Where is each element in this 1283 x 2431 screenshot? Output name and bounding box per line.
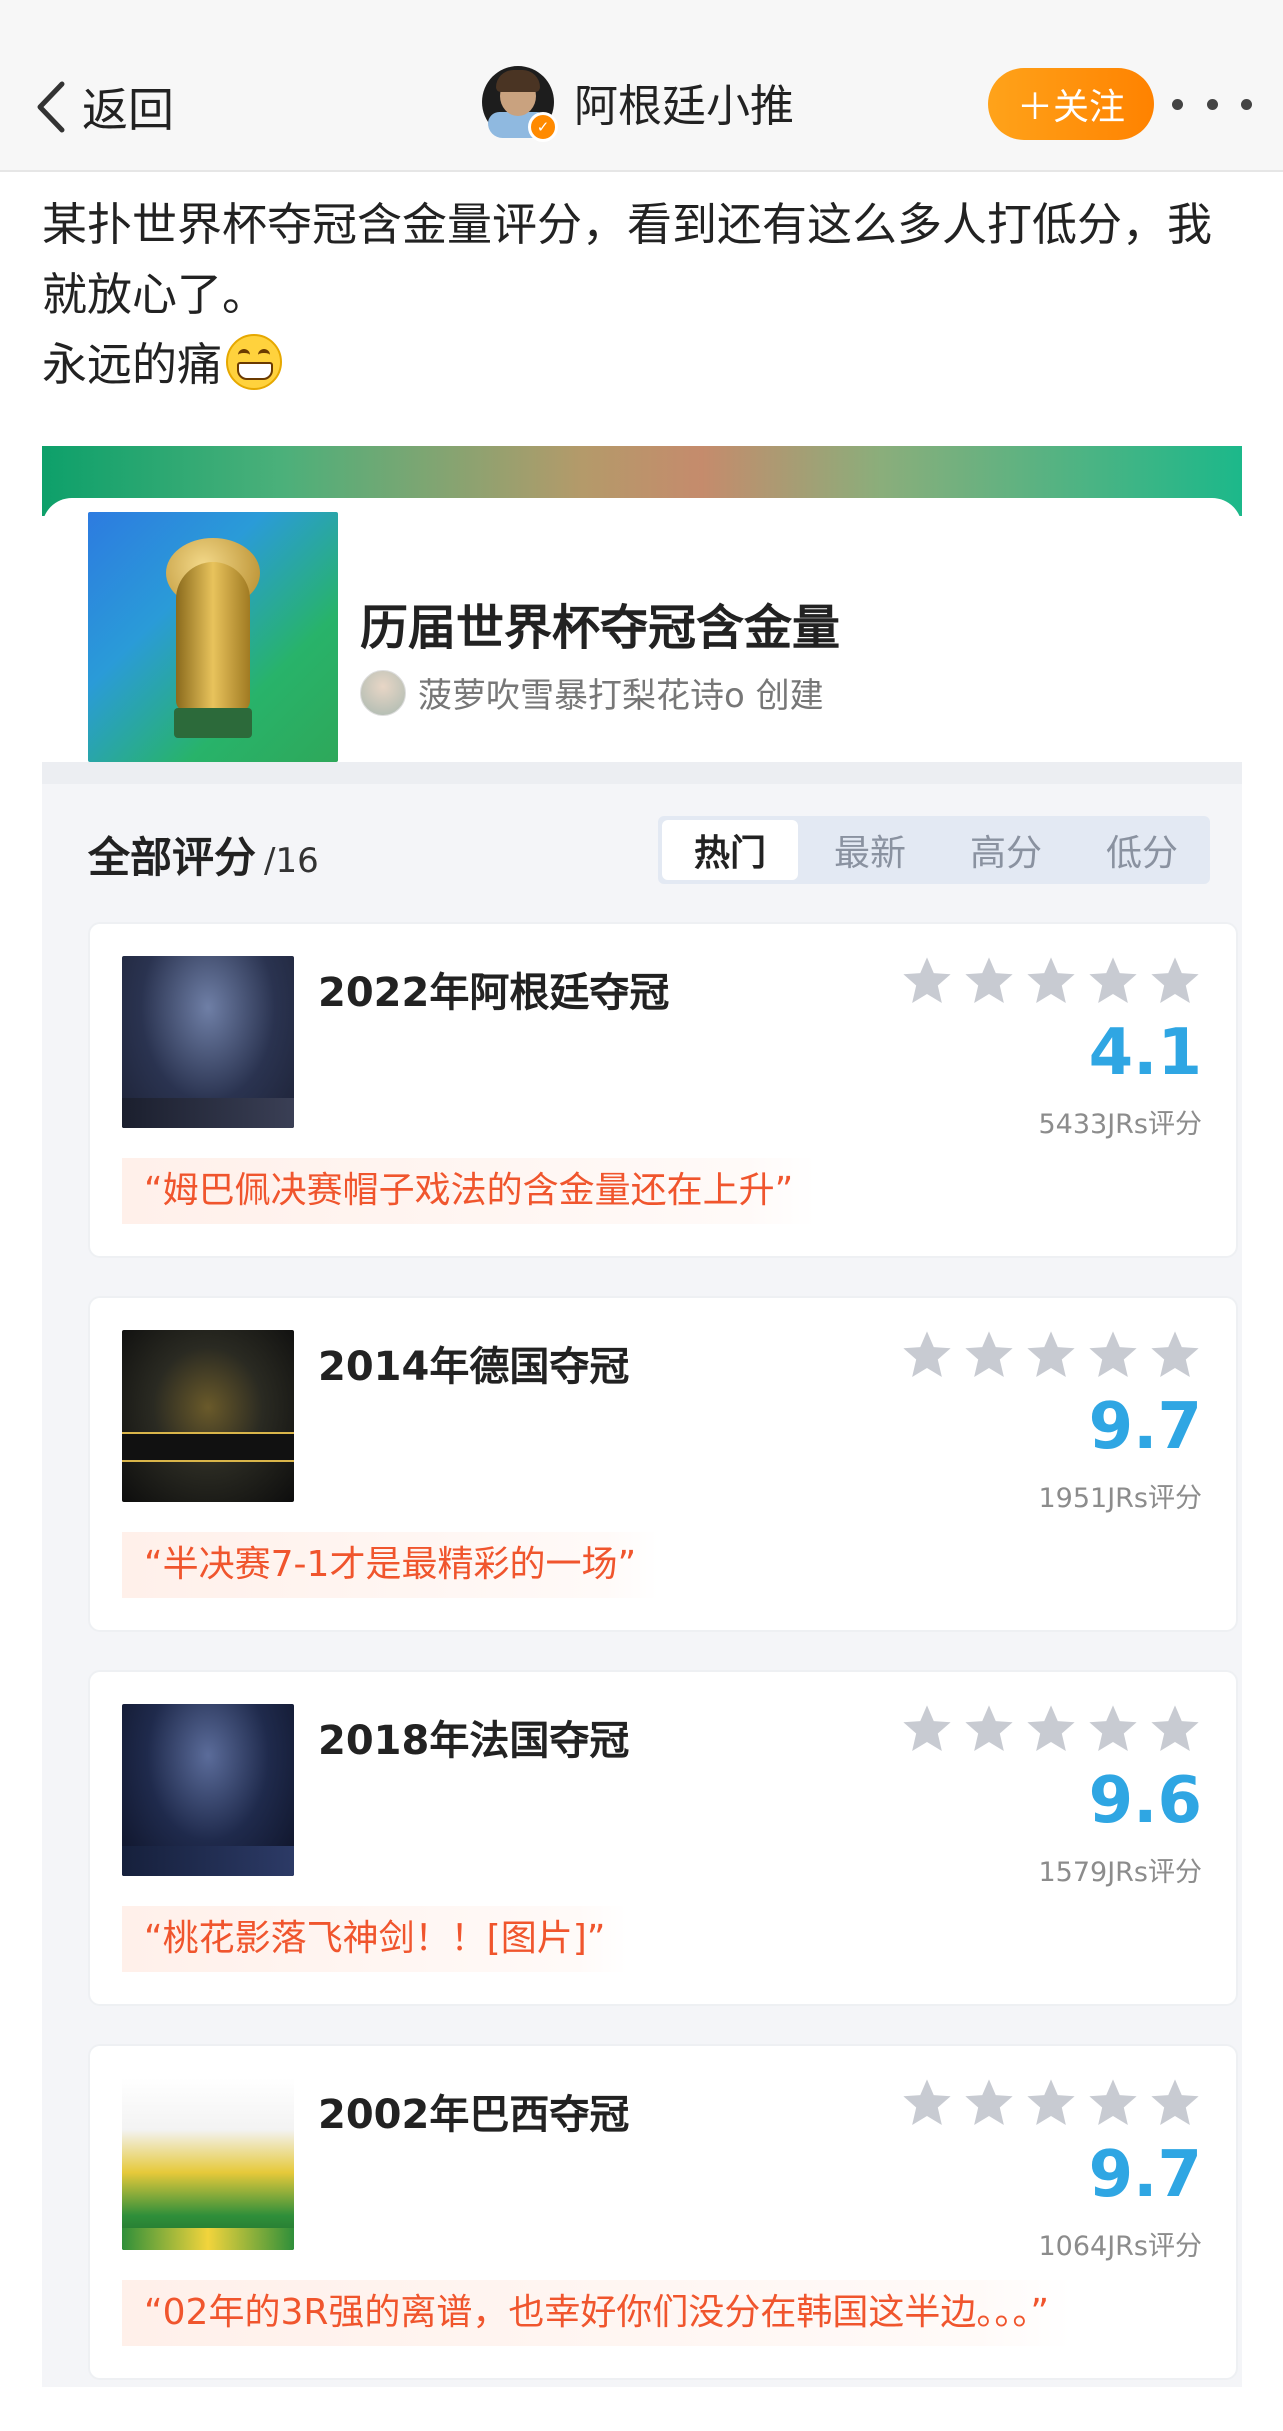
ranking-cover-image bbox=[88, 512, 338, 762]
tab-high[interactable]: 高分 bbox=[938, 816, 1074, 884]
account-header[interactable]: ✓ 阿根廷小推 bbox=[482, 66, 794, 142]
star-icon bbox=[965, 1705, 1013, 1752]
item-vote-count: 1064JRs评分 bbox=[1038, 2231, 1202, 2262]
star-icon bbox=[903, 2079, 951, 2126]
rating-item[interactable]: 2018年法国夺冠 9.6 1579JRs评分 “桃花影落飞神剑！！[图片]” bbox=[88, 1670, 1238, 2006]
star-rating bbox=[900, 1328, 1202, 1382]
star-icon bbox=[1027, 1705, 1075, 1752]
account-name[interactable]: 阿根廷小推 bbox=[574, 70, 794, 134]
item-title: 2014年德国夺冠 bbox=[318, 1344, 630, 1390]
star-icon bbox=[903, 1331, 951, 1378]
star-icon bbox=[1027, 1331, 1075, 1378]
item-vote-count: 5433JRs评分 bbox=[1038, 1109, 1202, 1140]
star-icon bbox=[1151, 1331, 1199, 1378]
rating-item[interactable]: 2002年巴西夺冠 9.7 1064JRs评分 “02年的3R强的离谱，也幸好你… bbox=[88, 2044, 1238, 2380]
item-top-comment[interactable]: “姆巴佩决赛帽子戏法的含金量还在上升” bbox=[122, 1158, 816, 1224]
item-title: 2018年法国夺冠 bbox=[318, 1718, 630, 1764]
star-icon bbox=[1151, 2079, 1199, 2126]
star-icon bbox=[1151, 957, 1199, 1004]
item-thumbnail bbox=[122, 1330, 294, 1502]
post-body: 某扑世界杯夺冠含金量评分，看到还有这么多人打低分，我就放心了。 永远的痛 bbox=[42, 190, 1222, 400]
star-icon bbox=[1089, 2079, 1137, 2126]
creator-label: 菠萝吹雪暴打梨花诗o 创建 bbox=[418, 676, 824, 716]
follow-button[interactable]: ＋关注 bbox=[988, 68, 1154, 140]
item-score: 9.7 bbox=[1088, 1390, 1202, 1464]
verified-badge-icon: ✓ bbox=[528, 112, 558, 142]
rating-item[interactable]: 2014年德国夺冠 9.7 1951JRs评分 “半决赛7-1才是最精彩的一场” bbox=[88, 1296, 1238, 1632]
item-title: 2022年阿根廷夺冠 bbox=[318, 970, 670, 1016]
star-icon bbox=[965, 957, 1013, 1004]
ranking-title: 历届世界杯夺冠含金量 bbox=[360, 600, 841, 656]
item-thumbnail bbox=[122, 2078, 294, 2250]
account-avatar[interactable]: ✓ bbox=[482, 66, 558, 142]
star-rating bbox=[900, 954, 1202, 1008]
tab-latest[interactable]: 最新 bbox=[802, 816, 938, 884]
post-text-line: 永远的痛 bbox=[42, 338, 223, 391]
star-rating bbox=[900, 1702, 1202, 1756]
star-icon bbox=[1089, 1705, 1137, 1752]
creator-avatar bbox=[360, 669, 406, 716]
tab-hot[interactable]: 热门 bbox=[662, 820, 798, 880]
ratings-panel: 全部评分 /16 热门 最新 高分 低分 2022年阿根廷夺冠 4.1 5433… bbox=[42, 762, 1242, 2387]
more-options-icon[interactable] bbox=[1172, 88, 1252, 120]
star-icon bbox=[1089, 1331, 1137, 1378]
item-top-comment[interactable]: “半决赛7-1才是最精彩的一场” bbox=[122, 1532, 659, 1598]
item-vote-count: 1951JRs评分 bbox=[1038, 1483, 1202, 1514]
item-thumbnail bbox=[122, 956, 294, 1128]
item-vote-count: 1579JRs评分 bbox=[1038, 1857, 1202, 1888]
ranking-creator[interactable]: 菠萝吹雪暴打梨花诗o 创建 bbox=[360, 668, 824, 717]
item-score: 9.7 bbox=[1088, 2138, 1202, 2212]
star-icon bbox=[1027, 2079, 1075, 2126]
star-icon bbox=[903, 1705, 951, 1752]
item-score: 4.1 bbox=[1088, 1016, 1202, 1090]
star-icon bbox=[965, 1331, 1013, 1378]
rating-item[interactable]: 2022年阿根廷夺冠 4.1 5433JRs评分 “姆巴佩决赛帽子戏法的含金量还… bbox=[88, 922, 1238, 1258]
sort-tabs: 热门 最新 高分 低分 bbox=[658, 816, 1210, 884]
back-label: 返回 bbox=[82, 83, 174, 137]
top-nav-bar: 返回 ✓ 阿根廷小推 ＋关注 bbox=[0, 0, 1283, 172]
ranking-card[interactable]: 历届世界杯夺冠含金量 菠萝吹雪暴打梨花诗o 创建 bbox=[42, 446, 1242, 762]
back-button[interactable]: 返回 bbox=[32, 74, 174, 140]
tab-low[interactable]: 低分 bbox=[1074, 816, 1210, 884]
star-icon bbox=[1151, 1705, 1199, 1752]
ratings-count: /16 bbox=[264, 841, 319, 881]
star-icon bbox=[1089, 957, 1137, 1004]
item-title: 2002年巴西夺冠 bbox=[318, 2092, 630, 2138]
grin-emoji-icon bbox=[226, 334, 283, 390]
star-icon bbox=[903, 957, 951, 1004]
chevron-left-icon bbox=[37, 81, 65, 133]
ratings-header: 全部评分 /16 bbox=[88, 824, 319, 885]
star-icon bbox=[1027, 957, 1075, 1004]
item-thumbnail bbox=[122, 1704, 294, 1876]
item-score: 9.6 bbox=[1088, 1764, 1202, 1838]
item-top-comment[interactable]: “02年的3R强的离谱，也幸好你们没分在韩国这半边。。。” bbox=[122, 2280, 1072, 2346]
star-rating bbox=[900, 2076, 1202, 2130]
ratings-title: 全部评分 bbox=[88, 833, 257, 882]
star-icon bbox=[965, 2079, 1013, 2126]
item-top-comment[interactable]: “桃花影落飞神剑！！[图片]” bbox=[122, 1906, 628, 1972]
post-text-line: 某扑世界杯夺冠含金量评分，看到还有这么多人打低分，我就放心了。 bbox=[42, 198, 1213, 321]
